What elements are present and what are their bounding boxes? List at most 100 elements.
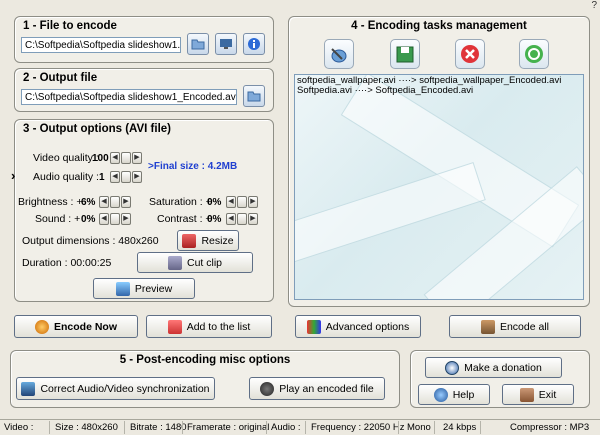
sound-label: Sound : + [35, 213, 81, 225]
play-file-label: Play an encoded file [279, 382, 374, 395]
status-bar: Video : Size : 480x260 Bitrate : 1480 Fr… [0, 419, 600, 435]
exit-icon [519, 387, 534, 402]
play-file-button[interactable]: Play an encoded file [249, 377, 385, 400]
audio-quality-label: Audio quality : [33, 171, 99, 183]
donation-icon [445, 360, 460, 375]
status-separator [305, 421, 306, 434]
screen-icon [220, 39, 232, 49]
browse-output-button[interactable] [243, 85, 265, 107]
folder-icon [247, 91, 261, 102]
browse-input-button[interactable] [187, 33, 209, 55]
encode-now-label: Encode Now [53, 320, 117, 333]
status-frequency: Frequency : 22050 Hz [311, 422, 405, 433]
status-mono: Mono [407, 422, 431, 433]
duration-text: Duration : 00:00:25 [22, 257, 112, 269]
video-quality-stepper[interactable]: ◀ ▶ [110, 152, 142, 164]
sound-value: 0% [81, 214, 96, 225]
preview-icon [115, 281, 130, 296]
advanced-options-button[interactable]: Advanced options [295, 315, 421, 338]
donation-button[interactable]: Make a donation [425, 357, 562, 378]
status-video: Video : [4, 422, 34, 433]
status-separator [480, 421, 481, 434]
file-to-encode-title: 1 - File to encode [23, 20, 117, 32]
preview-label: Preview [134, 282, 173, 295]
output-file-panel: 2 - Output file C:\Softpedia\Softpedia s… [14, 68, 274, 112]
input-file-field[interactable]: C:\Softpedia\Softpedia slideshow1.avi [21, 37, 181, 53]
contrast-label: Contrast : + [157, 213, 212, 225]
preview-button[interactable]: Preview [93, 278, 195, 299]
status-separator [124, 421, 125, 434]
final-size-text: >Final size : 4.2MB [148, 161, 238, 172]
status-separator [49, 421, 50, 434]
contrast-value: 0% [207, 214, 222, 225]
help-label: Help [452, 388, 475, 401]
encode-all-button[interactable]: Encode all [449, 315, 581, 338]
donation-label: Make a donation [464, 361, 542, 374]
mouse-edit-icon [331, 48, 347, 63]
tasks-title: 4 - Encoding tasks management [351, 20, 527, 32]
side-arrow-icon[interactable]: › [11, 168, 15, 183]
saturation-label: Saturation : + [149, 196, 212, 208]
status-separator [398, 421, 399, 434]
save-icon [396, 46, 414, 63]
scissors-icon [167, 255, 182, 270]
video-quality-label: Video quality : [33, 152, 99, 164]
film-icon [480, 319, 495, 334]
status-separator [266, 421, 267, 434]
saturation-stepper[interactable]: ◀ ▶ [226, 196, 258, 208]
play-icon [260, 381, 275, 396]
output-options-title: 3 - Output options (AVI file) [23, 123, 171, 135]
cut-clip-label: Cut clip [186, 256, 222, 269]
status-compressor: Compressor : MP3 [510, 422, 590, 433]
output-file-field[interactable]: C:\Softpedia\Softpedia slideshow1_Encode… [21, 89, 237, 105]
status-separator [182, 421, 183, 434]
sync-icon [21, 381, 36, 396]
sound-stepper[interactable]: ◀ ▶ [99, 213, 131, 225]
cut-clip-button[interactable]: Cut clip [137, 252, 253, 273]
status-kbps: 24 kbps [443, 422, 477, 433]
help-corner-icon[interactable]: ? [591, 0, 597, 11]
add-to-list-label: Add to the list [186, 320, 251, 333]
contrast-stepper[interactable]: ◀ ▶ [226, 213, 258, 225]
add-list-icon [167, 319, 182, 334]
status-framerate: Framerate : original [187, 422, 270, 433]
folder-icon [191, 39, 205, 50]
info-button[interactable] [243, 33, 265, 55]
encode-all-label: Encode all [499, 320, 550, 333]
resize-label: Resize [201, 234, 234, 247]
film-strip-decoration [295, 161, 486, 269]
video-info-button[interactable] [215, 33, 237, 55]
post-encoding-title: 5 - Post-encoding misc options [119, 354, 291, 366]
add-to-list-button[interactable]: Add to the list [146, 315, 272, 338]
audio-quality-value: 1 [99, 172, 105, 183]
delete-icon [461, 45, 479, 63]
task-row[interactable]: Softpedia.avi ····> Softpedia_Encoded.av… [295, 86, 583, 96]
refresh-tasks-button[interactable] [519, 39, 549, 69]
status-separator [434, 421, 435, 434]
brightness-value: 6% [81, 197, 96, 208]
exit-button[interactable]: Exit [502, 384, 574, 405]
correct-sync-button[interactable]: Correct Audio/Video synchronization [16, 377, 215, 400]
output-file-title: 2 - Output file [23, 72, 98, 84]
advanced-options-label: Advanced options [325, 320, 410, 333]
status-size: Size : 480x260 [55, 422, 118, 433]
output-options-panel: 3 - Output options (AVI file) › Video qu… [11, 119, 274, 302]
status-audio: Audio : [271, 422, 301, 433]
output-dimensions: Output dimensions : 480x260 [22, 235, 159, 247]
edit-task-button[interactable] [324, 39, 354, 69]
refresh-icon [525, 45, 543, 63]
resize-button[interactable]: Resize [177, 230, 239, 251]
delete-task-button[interactable] [455, 39, 485, 69]
palette-icon [306, 319, 321, 334]
brightness-label: Brightness : + [18, 196, 83, 208]
info-icon [248, 38, 260, 50]
encode-now-button[interactable]: Encode Now [14, 315, 138, 338]
save-tasks-button[interactable] [390, 39, 420, 69]
brightness-stepper[interactable]: ◀ ▶ [99, 196, 131, 208]
resize-icon [182, 233, 197, 248]
audio-quality-stepper[interactable]: ◀ ▶ [110, 171, 142, 183]
task-list[interactable]: softpedia_wallpaper.avi ····> softpedia_… [294, 74, 584, 300]
gear-icon [34, 319, 49, 334]
video-quality-value: 100 [92, 153, 109, 164]
help-button[interactable]: Help [418, 384, 490, 405]
